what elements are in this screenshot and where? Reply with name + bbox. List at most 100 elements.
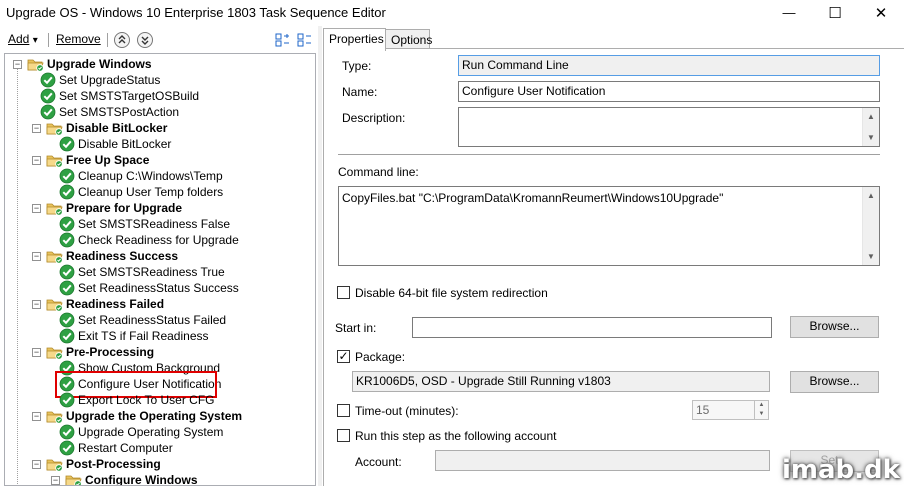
tree-step-node[interactable]: Set UpgradeStatus <box>40 72 160 88</box>
add-label: Add <box>8 32 30 46</box>
minimize-button[interactable]: — <box>766 0 812 25</box>
tree-node-label: Configure Windows <box>85 473 198 486</box>
collapse-toggle-icon[interactable]: − <box>51 476 60 485</box>
tree-group-node[interactable]: Pre-Processing <box>46 344 154 360</box>
collapse-toggle-icon[interactable]: − <box>32 252 41 261</box>
scroll-down-icon[interactable]: ▼ <box>863 248 879 265</box>
tree-node-label: Set ReadinessStatus Failed <box>78 313 227 327</box>
tree-step-node[interactable]: Cleanup C:\Windows\Temp <box>59 168 223 184</box>
close-icon: ✕ <box>874 4 888 22</box>
tree-node-label: Cleanup User Temp folders <box>78 185 224 199</box>
move-up-button[interactable] <box>114 32 130 48</box>
command-line-label: Command line: <box>338 165 419 179</box>
tree-group-node[interactable]: Readiness Failed <box>46 296 164 312</box>
command-line-scrollbar[interactable]: ▲ ▼ <box>862 187 879 265</box>
package-checkbox[interactable]: ✓ <box>337 350 350 363</box>
tree-node-label: Set ReadinessStatus Success <box>78 281 239 295</box>
collapse-all-icon[interactable] <box>297 32 313 48</box>
tree-step-node[interactable]: Upgrade Operating System <box>59 424 223 440</box>
tree-step-node[interactable]: Export Lock To User CFG <box>59 392 215 408</box>
tree-group-node[interactable]: Configure Windows <box>65 472 198 486</box>
panel-splitter[interactable] <box>318 26 322 486</box>
move-down-button[interactable] <box>137 32 153 48</box>
tree-step-node[interactable]: Set SMSTSReadiness False <box>59 216 230 232</box>
tree-node-label: Disable BitLocker <box>66 121 168 135</box>
tree-step-node[interactable]: Exit TS if Fail Readiness <box>59 328 209 344</box>
tree-step-node[interactable]: Set ReadinessStatus Failed <box>59 312 226 328</box>
name-input[interactable]: Configure User Notification <box>458 81 880 102</box>
tree-step-node[interactable]: Check Readiness for Upgrade <box>59 232 239 248</box>
success-check-icon <box>40 72 56 88</box>
task-sequence-tree[interactable]: − Upgrade Windows Set UpgradeStatus Set SMS… <box>4 53 316 486</box>
description-label: Description: <box>342 111 406 125</box>
stepper-up-icon[interactable]: ▲ <box>754 401 768 410</box>
add-menu-button[interactable]: Add ▾ <box>8 32 38 46</box>
disable-redirection-checkbox[interactable] <box>337 286 350 299</box>
folder-icon <box>27 59 44 72</box>
tree-node-label: Pre-Processing <box>66 345 155 359</box>
description-scrollbar[interactable]: ▲ ▼ <box>862 108 879 146</box>
tree-node-label: Check Readiness for Upgrade <box>78 233 239 247</box>
collapse-toggle-icon[interactable]: − <box>32 348 41 357</box>
package-browse-button[interactable]: Browse... <box>790 371 879 393</box>
account-label: Account: <box>355 455 402 469</box>
collapse-toggle-icon[interactable]: − <box>32 412 41 421</box>
collapse-toggle-icon[interactable]: − <box>32 156 41 165</box>
tree-step-node[interactable]: Disable BitLocker <box>59 136 171 152</box>
collapse-toggle-icon[interactable]: − <box>32 204 41 213</box>
remove-button[interactable]: Remove <box>56 32 101 46</box>
tree-step-node[interactable]: Cleanup User Temp folders <box>59 184 223 200</box>
tree-node-label: Set UpgradeStatus <box>59 73 161 87</box>
tree-step-node[interactable]: Set SMSTSTargetOSBuild <box>40 88 199 104</box>
tree-node-label: Prepare for Upgrade <box>66 201 183 215</box>
tree-node-label: Export Lock To User CFG <box>78 393 215 407</box>
command-line-value: CopyFiles.bat "C:\ProgramData\KromannReu… <box>342 191 724 205</box>
tree-group-node[interactable]: Free Up Space <box>46 152 149 168</box>
tab-properties[interactable]: Properties <box>323 28 386 51</box>
tree-group-node[interactable]: Prepare for Upgrade <box>46 200 182 216</box>
tree-group-node[interactable]: Readiness Success <box>46 248 178 264</box>
collapse-toggle-icon[interactable]: − <box>32 460 41 469</box>
toolbar-separator <box>107 33 108 47</box>
tree-group-node[interactable]: Post-Processing <box>46 456 161 472</box>
tree-group-node[interactable]: Upgrade the Operating System <box>46 408 242 424</box>
close-button[interactable]: ✕ <box>858 0 904 25</box>
package-value: KR1006D5, OSD - Upgrade Still Running v1… <box>356 374 611 388</box>
scroll-up-icon[interactable]: ▲ <box>863 187 879 204</box>
tree-toolbar: Add ▾ Remove <box>0 28 320 52</box>
tree-node-label: Restart Computer <box>78 441 173 455</box>
success-check-icon <box>59 136 75 152</box>
timeout-checkbox[interactable] <box>337 404 350 417</box>
tree-group-node[interactable]: Upgrade Windows <box>27 56 152 72</box>
run-as-account-checkbox[interactable] <box>337 429 350 442</box>
toolbar-separator <box>48 33 49 47</box>
expand-all-icon[interactable] <box>275 32 291 48</box>
start-in-browse-button[interactable]: Browse... <box>790 316 879 338</box>
browse-label: Browse... <box>809 374 860 388</box>
tree-step-node[interactable]: Set SMSTSPostAction <box>40 104 179 120</box>
folder-icon <box>46 203 63 216</box>
folder-icon <box>46 411 63 424</box>
disable-redirection-label: Disable 64-bit file system redirection <box>355 286 548 300</box>
tree-step-node[interactable]: Restart Computer <box>59 440 173 456</box>
timeout-stepper[interactable]: 15 ▲ ▼ <box>692 400 769 420</box>
collapse-toggle-icon[interactable]: − <box>13 60 22 69</box>
start-in-input[interactable] <box>412 317 772 338</box>
success-check-icon <box>59 328 75 344</box>
description-input[interactable]: ▲ ▼ <box>458 107 880 147</box>
scroll-up-icon[interactable]: ▲ <box>863 108 879 125</box>
package-field: KR1006D5, OSD - Upgrade Still Running v1… <box>352 371 770 392</box>
command-line-input[interactable]: CopyFiles.bat "C:\ProgramData\KromannReu… <box>338 186 880 266</box>
scroll-down-icon[interactable]: ▼ <box>863 129 879 146</box>
tree-step-node[interactable]: Set ReadinessStatus Success <box>59 280 239 296</box>
collapse-toggle-icon[interactable]: − <box>32 300 41 309</box>
tree-group-node[interactable]: Disable BitLocker <box>46 120 167 136</box>
stepper-down-icon[interactable]: ▼ <box>754 410 768 419</box>
tab-options[interactable]: Options <box>385 29 433 50</box>
browse-label: Browse... <box>809 319 860 333</box>
collapse-toggle-icon[interactable]: − <box>32 124 41 133</box>
maximize-button[interactable]: ☐ <box>812 0 858 25</box>
tree-step-node[interactable]: Set SMSTSReadiness True <box>59 264 225 280</box>
tab-options-label: Options <box>391 33 433 47</box>
success-check-icon <box>59 392 75 408</box>
